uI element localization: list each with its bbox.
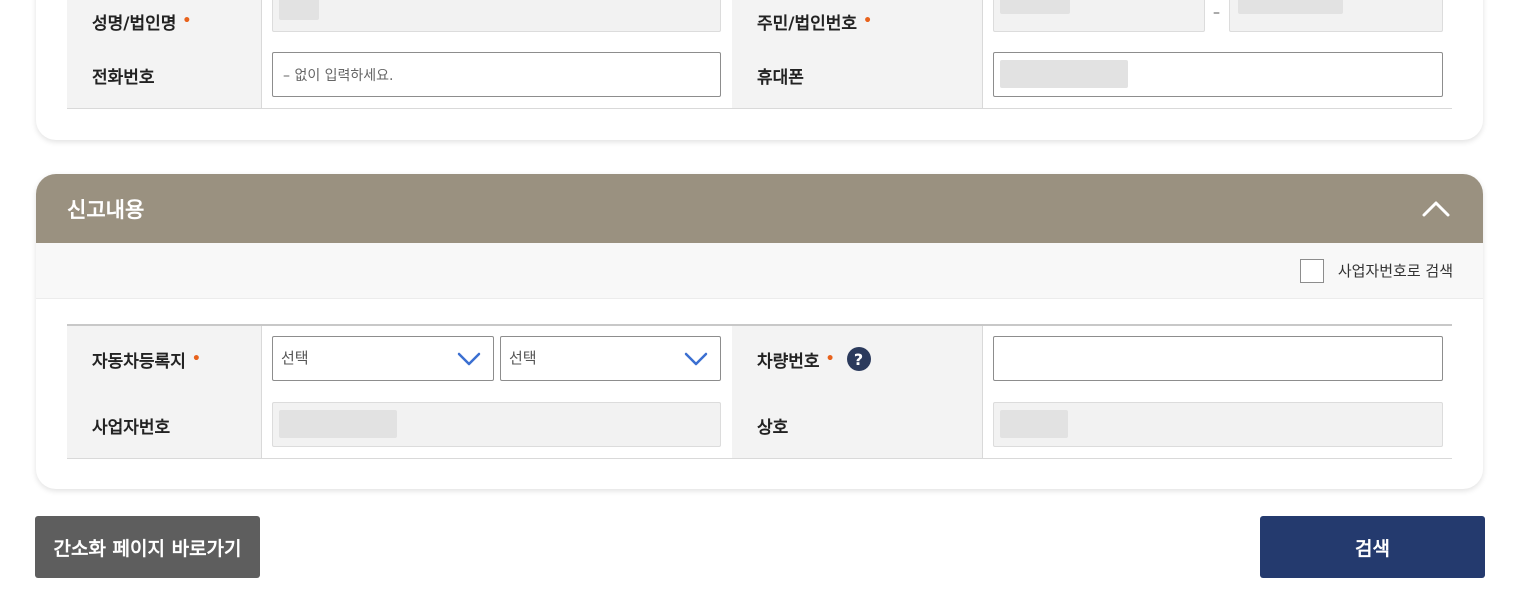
help-icon[interactable]: ? [846,347,871,371]
region-label-cell: 자동차등록지 • [67,326,261,392]
business-number-search-checkbox[interactable] [1300,259,1324,283]
business-number-label-cell: 사업자번호 [67,392,261,458]
vehicle-number-value-cell [982,326,1452,392]
name-field [272,0,721,32]
required-mark: • [863,13,873,29]
business-number-label: 사업자번호 [92,417,171,438]
vehicle-number-input[interactable] [993,336,1443,381]
business-number-value-cell [261,392,732,458]
name-label-cell: 성명/법인명 • [67,0,261,42]
applicant-row-name: 성명/법인명 • 주민/법인번호 • – [67,0,1452,43]
select-value: 선택 [509,349,537,367]
simple-page-button[interactable]: 간소화 페이지 바로가기 [35,516,260,578]
id-number-back-field [1229,0,1443,32]
report-section-header[interactable]: 신고내용 [36,174,1483,243]
business-number-search-label[interactable]: 사업자번호로 검색 [1338,260,1453,281]
redacted-value [1000,0,1070,14]
applicant-row-phone: 전화번호 – 없이 입력하세요. 휴대폰 [67,42,1452,109]
name-label: 성명/법인명 [92,13,177,34]
chevron-down-icon [457,352,481,366]
phone-placeholder: – 없이 입력하세요. [283,68,394,84]
id-number-label: 주민/법인번호 [757,13,858,34]
company-name-label-cell: 상호 [732,392,982,458]
redacted-value [1000,410,1068,438]
id-value-cell: – [982,0,1452,42]
id-number-front-field [993,0,1205,32]
name-value-cell [261,0,732,42]
report-content-card: 신고내용 사업자번호로 검색 자동차등록지 • 선택 선택 차량번호 • ? 사… [36,174,1483,489]
phone-label: 전화번호 [92,67,155,88]
mobile-value-cell [982,42,1452,108]
mobile-input[interactable] [993,52,1443,97]
mobile-label: 휴대폰 [757,67,804,88]
phone-input[interactable]: – 없이 입력하세요. [272,52,721,97]
mobile-label-cell: 휴대폰 [732,42,982,108]
section-title: 신고내용 [67,198,145,222]
required-mark: • [182,13,192,29]
company-name-label: 상호 [757,417,789,438]
chevron-up-icon[interactable] [1421,194,1451,224]
redacted-value [279,0,319,20]
report-form-table: 자동차등록지 • 선택 선택 차량번호 • ? 사업자번호 상호 [67,324,1452,459]
redacted-value [279,410,397,438]
phone-value-cell: – 없이 입력하세요. [261,42,732,108]
region-select-province[interactable]: 선택 [272,336,494,381]
region-select-district[interactable]: 선택 [500,336,721,381]
vehicle-number-label: 차량번호 [757,351,820,372]
vehicle-number-label-cell: 차량번호 • ? [732,326,982,392]
report-row-business: 사업자번호 상호 [67,392,1452,459]
report-row-region: 자동차등록지 • 선택 선택 차량번호 • ? [67,326,1452,393]
company-name-value-cell [982,392,1452,458]
business-number-field [272,402,721,447]
search-option-bar: 사업자번호로 검색 [36,243,1483,299]
select-value: 선택 [281,349,309,367]
company-name-field [993,402,1443,447]
required-mark: • [191,351,201,367]
chevron-down-icon [684,352,708,366]
redacted-value [1000,60,1128,88]
id-separator: – [1213,5,1220,21]
phone-label-cell: 전화번호 [67,42,261,108]
required-mark: • [825,351,835,367]
search-button[interactable]: 검색 [1260,516,1485,578]
registration-region-label: 자동차등록지 [92,351,186,372]
applicant-info-card: 성명/법인명 • 주민/법인번호 • – 전화번호 – 없이 입력하세요. 휴대… [36,0,1483,140]
id-label-cell: 주민/법인번호 • [732,0,982,42]
redacted-value [1238,0,1343,14]
region-value-cell: 선택 선택 [261,326,732,392]
